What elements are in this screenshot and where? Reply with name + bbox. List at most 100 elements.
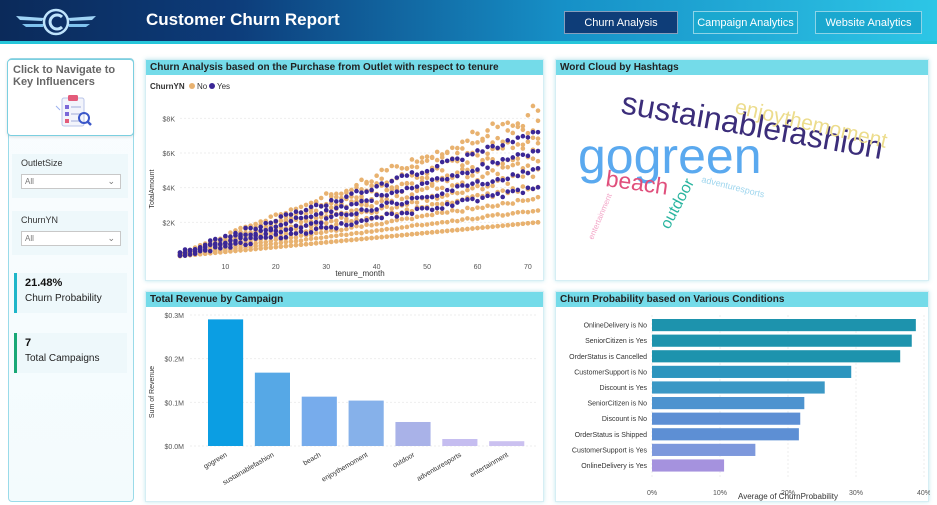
scatter-point-no: [515, 142, 521, 147]
churn-bar[interactable]: [652, 365, 852, 378]
scatter-point-yes: [379, 215, 384, 221]
scatter-point-no: [535, 208, 541, 213]
x-tick-label: entertainment: [469, 452, 510, 479]
scatter-point-no: [530, 174, 536, 180]
revenue-bar-adventuresports[interactable]: [442, 439, 478, 446]
legend-no-marker: [189, 83, 195, 89]
scatter-point-yes: [404, 210, 410, 216]
scatter-point-no: [218, 250, 223, 255]
tab-churn-analysis[interactable]: Churn Analysis: [564, 11, 678, 34]
scatter-point-no: [500, 121, 506, 127]
outletsize-dropdown[interactable]: All ⌄: [21, 174, 121, 189]
scatter-point-no: [419, 187, 425, 192]
scatter-point-yes: [465, 170, 470, 176]
churn-probability-bar-chart[interactable]: Average of ChurnProbability 0% 10% 20% 30% 4…: [556, 307, 930, 503]
revenue-bar-chart[interactable]: Sum of Revenue $0.0M $0.1M $0.2M $0.3M gogre…: [146, 307, 545, 503]
key-influencers-nav-card[interactable]: Click to Navigate to Key Influencers: [7, 59, 134, 136]
scatter-point-yes: [470, 196, 475, 202]
scatter-point-no: [525, 209, 531, 215]
scatter-point-no: [460, 163, 465, 168]
wordcloud-title: Word Cloud by Hashtags: [556, 60, 928, 75]
scatter-point-yes: [424, 168, 430, 174]
revenue-bar-entertainment[interactable]: [489, 441, 525, 446]
churn-bar[interactable]: [652, 443, 756, 456]
scatter-point-yes: [233, 238, 238, 244]
scatter-point-yes: [505, 138, 511, 143]
scatter-point-yes: [475, 179, 480, 184]
revenue-bar-outdoor[interactable]: [395, 421, 431, 446]
scatter-point-no: [444, 150, 450, 156]
scatter-point-no: [434, 157, 440, 163]
scatter-point-no: [384, 220, 390, 225]
scatter-point-no: [288, 239, 294, 244]
scatter-point-no: [424, 212, 430, 218]
scatter-point-yes: [480, 149, 485, 154]
scatter-point-no: [530, 156, 536, 161]
scatter-point-no: [500, 213, 506, 218]
scatter-point-no: [298, 233, 304, 238]
scatter-point-no: [434, 149, 440, 155]
tab-website-analytics[interactable]: Website Analytics: [815, 11, 922, 34]
churn-bar[interactable]: [652, 428, 799, 441]
scatter-point-yes: [535, 129, 541, 135]
churnyn-dropdown[interactable]: All ⌄: [21, 231, 121, 246]
scatter-point-no: [500, 223, 506, 228]
scatter-point-no: [525, 130, 531, 136]
revenue-bar-beach[interactable]: [301, 396, 337, 446]
churnyn-slicer-label: ChurnYN: [21, 215, 59, 225]
revenue-bar-gogreen[interactable]: [208, 319, 244, 446]
scatter-point-no: [535, 118, 541, 124]
scatter-point-yes: [303, 207, 309, 213]
scatter-point-yes: [525, 185, 531, 191]
scatter-point-yes: [384, 200, 390, 206]
scatter-point-no: [379, 221, 384, 227]
churn-bar[interactable]: [652, 397, 805, 410]
scatter-point-yes: [354, 201, 359, 207]
y-tick-label: SeniorCitizen is No: [587, 401, 647, 408]
scatter-point-no: [460, 227, 465, 232]
scatter-point-yes: [212, 236, 218, 242]
scatter-point-yes: [364, 198, 369, 203]
churn-bar[interactable]: [652, 412, 801, 425]
churn-probability-card: 21.48% Churn Probability: [14, 273, 127, 313]
scatter-point-yes: [288, 227, 294, 232]
scatter-point-no: [455, 190, 460, 196]
scatter-point-no: [470, 206, 475, 212]
scatter-point-yes: [313, 219, 319, 225]
scatter-point-no: [374, 200, 379, 205]
scatter-point-no: [444, 228, 450, 234]
chevron-down-icon: ⌄: [107, 176, 115, 186]
scatter-point-yes: [394, 189, 400, 194]
churn-bar[interactable]: [652, 350, 901, 363]
scatter-point-no: [298, 242, 304, 248]
revenue-bar-enjoythemoment[interactable]: [348, 400, 384, 446]
scatter-point-yes: [298, 225, 304, 231]
x-tick-label: 50: [423, 264, 431, 271]
x-tick-label: 20: [272, 264, 280, 271]
scatter-chart[interactable]: ChurnYN No Yes TotalAmount tenure_month …: [146, 75, 545, 282]
scatter-point-yes: [449, 173, 455, 178]
scatter-point-yes: [328, 209, 334, 215]
scatter-point-yes: [318, 211, 324, 216]
scatter-point-yes: [414, 184, 420, 189]
revenue-bar-sustainablefashion[interactable]: [254, 372, 290, 446]
churn-bar[interactable]: [652, 381, 825, 394]
scatter-point-no: [389, 233, 395, 239]
scatter-point-no: [449, 183, 455, 188]
scatter-point-no: [449, 218, 455, 223]
scatter-point-no: [460, 139, 465, 145]
churn-probability-label: Churn Probability: [25, 293, 102, 304]
scatter-point-no: [460, 209, 465, 214]
scatter-point-yes: [359, 218, 364, 224]
churn-bar[interactable]: [652, 334, 912, 347]
churn-bar[interactable]: [652, 459, 725, 472]
scatter-point-yes: [389, 190, 395, 196]
word-entertainment[interactable]: entertainment: [587, 192, 615, 241]
wordcloud[interactable]: gogreen sustainablefashion enjoythemomen…: [556, 75, 930, 282]
scatter-point-no: [409, 216, 415, 222]
scatter-point-no: [505, 201, 511, 206]
churn-bar[interactable]: [652, 319, 916, 332]
tab-campaign-analytics[interactable]: Campaign Analytics: [693, 11, 798, 34]
x-tick-label: 10: [221, 264, 229, 271]
scatter-point-no: [369, 204, 374, 209]
